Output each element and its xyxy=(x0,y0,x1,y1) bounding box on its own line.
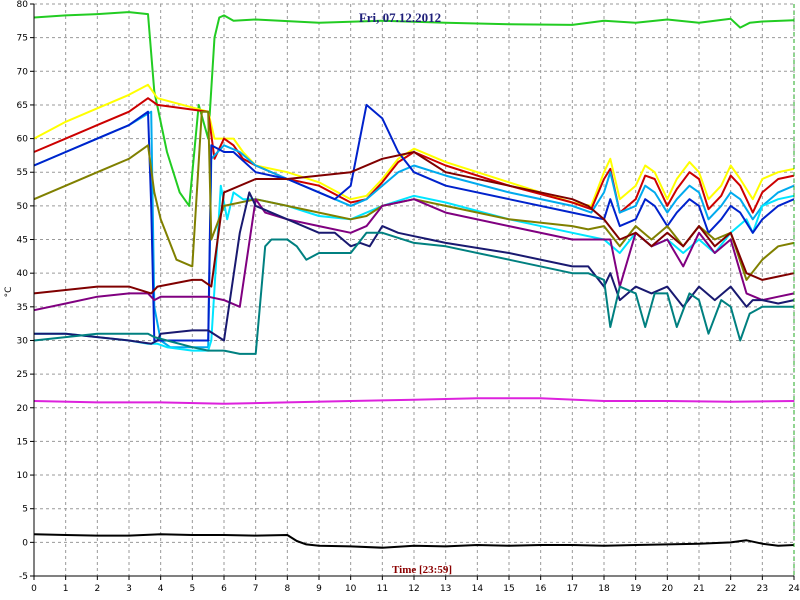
chart-title: Fri, 07.12.2012 xyxy=(359,10,441,25)
y-axis-label: °C xyxy=(4,287,14,298)
temperature-chart: -505101520253035404550556065707580 01234… xyxy=(0,0,800,600)
x-tick-label: 6 xyxy=(221,584,227,594)
y-tick-label: 20 xyxy=(17,404,29,414)
x-tick-label: 18 xyxy=(598,584,610,594)
x-tick-label: 0 xyxy=(31,584,37,594)
y-tick-label: 75 xyxy=(17,34,28,44)
x-tick-label: 19 xyxy=(630,584,642,594)
y-tick-label: 40 xyxy=(17,269,29,279)
y-tick-label: 30 xyxy=(17,336,29,346)
y-tick-label: 50 xyxy=(17,202,29,212)
y-tick-label: 65 xyxy=(17,101,28,111)
y-tick-label: 5 xyxy=(22,505,28,515)
x-tick-label: 7 xyxy=(253,584,259,594)
x-tick-label: 20 xyxy=(662,584,674,594)
y-tick-label: 25 xyxy=(17,370,28,380)
x-tick-label: 10 xyxy=(345,584,357,594)
y-tick-label: 10 xyxy=(17,471,29,481)
y-tick-label: 55 xyxy=(17,168,28,178)
y-tick-label: 45 xyxy=(17,236,28,246)
x-tick-label: 15 xyxy=(503,584,514,594)
x-tick-label: 5 xyxy=(189,584,195,594)
x-tick-label: 22 xyxy=(725,584,736,594)
chart-background xyxy=(0,0,800,600)
x-tick-label: 13 xyxy=(440,584,451,594)
y-tick-label: 80 xyxy=(17,0,29,10)
y-tick-label: 60 xyxy=(17,135,29,145)
x-tick-label: 17 xyxy=(567,584,578,594)
x-tick-label: 1 xyxy=(63,584,69,594)
x-tick-label: 4 xyxy=(158,584,164,594)
x-tick-label: 9 xyxy=(316,584,322,594)
x-tick-label: 23 xyxy=(757,584,768,594)
x-tick-label: 8 xyxy=(284,584,290,594)
x-tick-label: 24 xyxy=(788,584,800,594)
x-tick-label: 21 xyxy=(693,584,704,594)
x-tick-label: 2 xyxy=(94,584,100,594)
x-axis-label: Time [23:59] xyxy=(392,564,452,576)
x-tick-label: 12 xyxy=(408,584,419,594)
y-tick-label: 15 xyxy=(17,437,28,447)
y-tick-label: 0 xyxy=(22,538,28,548)
x-tick-label: 16 xyxy=(535,584,547,594)
y-tick-label: 70 xyxy=(17,67,29,77)
y-tick-label: 35 xyxy=(17,303,28,313)
x-tick-label: 11 xyxy=(377,584,388,594)
x-tick-label: 14 xyxy=(472,584,484,594)
y-tick-label: -5 xyxy=(19,572,28,582)
x-tick-label: 3 xyxy=(126,584,132,594)
